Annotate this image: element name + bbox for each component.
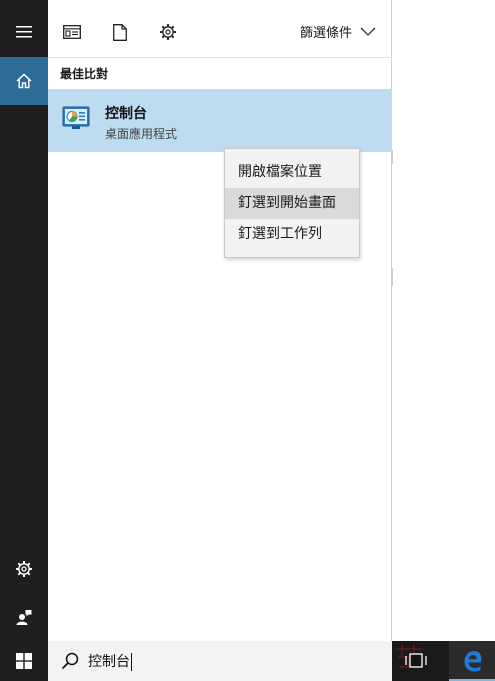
menu-item-pin-to-start[interactable]: 釘選到開始畫面 (225, 188, 359, 219)
desktop-background (392, 0, 495, 641)
apps-icon (63, 25, 81, 39)
search-input[interactable]: 控制台 (88, 651, 132, 671)
edge-icon (464, 651, 482, 672)
expand-menu-button[interactable] (0, 8, 48, 56)
taskbar: 控制台 (0, 641, 495, 681)
control-panel-icon (62, 106, 90, 129)
desktop-edge-mark (392, 268, 393, 286)
settings-button[interactable] (0, 545, 48, 593)
result-title: 控制台 (105, 106, 147, 122)
feedback-button[interactable] (0, 593, 48, 641)
task-view-icon (405, 653, 427, 668)
desktop-edge-mark (392, 150, 393, 164)
settings-icon (160, 24, 176, 40)
user-feedback-icon (16, 610, 32, 625)
search-results-panel: 篩選條件 最佳比對 控制台 桌面應用程式 (48, 0, 392, 641)
apps-filter-button[interactable] (60, 20, 84, 44)
search-query: 控制台 (88, 654, 130, 670)
hamburger-icon (16, 26, 32, 38)
windows-logo-icon (16, 653, 32, 669)
chevron-down-icon (360, 27, 376, 36)
best-match-result[interactable]: 控制台 桌面應用程式 (48, 89, 392, 152)
task-view-button[interactable] (402, 649, 430, 673)
menu-item-open-file-location[interactable]: 開啟檔案位置 (225, 157, 359, 188)
documents-filter-button[interactable] (108, 20, 132, 44)
gear-icon (16, 561, 32, 577)
document-icon (113, 23, 127, 41)
home-icon (16, 73, 32, 89)
edge-browser-button[interactable] (449, 641, 495, 681)
start-left-rail (0, 0, 48, 641)
text-caret (131, 653, 132, 671)
taskbar-search-box[interactable]: 控制台 (48, 641, 392, 681)
search-toolbar: 篩選條件 (48, 0, 392, 58)
best-match-heading: 最佳比對 (60, 67, 109, 81)
search-icon (61, 652, 79, 670)
settings-filter-button[interactable] (156, 20, 180, 44)
start-button[interactable] (0, 641, 48, 681)
home-button[interactable] (0, 57, 48, 105)
filter-label: 篩選條件 (299, 26, 352, 41)
result-subtitle: 桌面應用程式 (105, 127, 178, 141)
context-menu: 開啟檔案位置 釘選到開始畫面 釘選到工作列 (224, 148, 360, 258)
filter-dropdown[interactable]: 篩選條件 (300, 22, 376, 41)
menu-item-pin-to-taskbar[interactable]: 釘選到工作列 (225, 219, 359, 250)
